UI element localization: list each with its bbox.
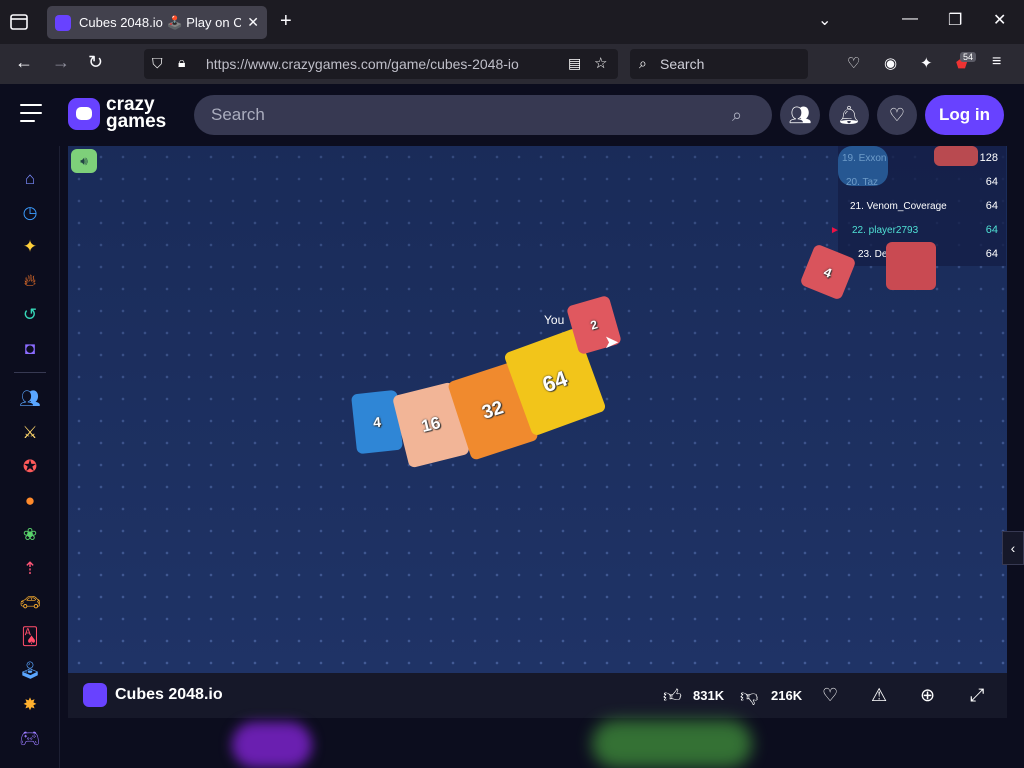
current-player-arrow-icon: ►	[830, 224, 840, 236]
browser-search-box[interactable]: ⌕ Search	[630, 49, 808, 79]
url-text[interactable]: https://www.crazygames.com/game/cubes-20…	[206, 56, 519, 72]
thumbs-up-icon[interactable]: 👍︎	[663, 685, 682, 707]
enemy-cube	[886, 242, 936, 290]
browser-search-placeholder: Search	[660, 56, 705, 72]
forward-icon[interactable]: →	[52, 52, 70, 73]
logo-line2: games	[106, 111, 167, 132]
game-footer-bar: Cubes 2048.io 👍︎ 831K 👎︎ 216K ♡ ⚠︎ ⊕ ⤢	[68, 673, 1007, 718]
tab-list-icon[interactable]	[8, 11, 30, 33]
menu-icon[interactable]: ≡	[992, 53, 1001, 71]
report-icon[interactable]: ⚠︎	[871, 685, 887, 706]
tab-title: Cubes 2048.io 🕹️ Play on CrazyGames	[79, 14, 242, 30]
dislikes-count: 216K	[771, 688, 803, 703]
card-icon[interactable]: 🂡	[19, 626, 41, 648]
extension-badge: 54	[960, 52, 977, 62]
browser-tab[interactable]: Cubes 2048.io 🕹️ Play on CrazyGames ✕	[47, 6, 267, 39]
pocket-icon[interactable]: ♡	[847, 54, 860, 72]
site-search-placeholder: Search	[211, 105, 265, 124]
collapse-panel-chevron-icon[interactable]: ‹	[1002, 531, 1024, 565]
new-tab-button[interactable]: +	[280, 10, 292, 33]
hamburger-menu-icon[interactable]	[20, 104, 42, 124]
leaderboard-score: 128	[979, 152, 998, 164]
leaderboard-name: 21. Venom_Coverage	[850, 200, 947, 212]
leaderboard-row: 21. Venom_Coverage 64	[838, 194, 1006, 218]
updated-icon[interactable]: ↺	[19, 304, 41, 326]
enemy-cube	[838, 146, 888, 186]
crazygames-logo-icon[interactable]	[68, 98, 100, 130]
back-icon[interactable]: ←	[15, 52, 33, 73]
reload-icon[interactable]: ↻	[88, 52, 103, 73]
cursor-pointer-icon: ➤	[604, 332, 620, 352]
leaderboard-score: 64	[985, 248, 998, 260]
leaderboard-row: ► 22. player2793 64	[830, 218, 1006, 242]
extensions-icon[interactable]: ✦	[920, 54, 933, 72]
sound-toggle-icon[interactable]: 🔊︎	[71, 149, 97, 173]
new-sparkle-icon[interactable]: ✦	[19, 236, 41, 258]
crazygames-logo[interactable]: crazy games	[106, 95, 167, 132]
shooting-icon[interactable]: ✸	[19, 694, 41, 716]
trending-fire-icon[interactable]: 🔥︎	[19, 270, 41, 292]
crazygames-small-logo-icon	[83, 683, 107, 707]
account-icon[interactable]: ◉	[884, 54, 897, 72]
controller-joystick-icon[interactable]: 🕹︎	[19, 660, 41, 682]
notifications-bell-icon[interactable]: 🔔︎	[829, 95, 869, 135]
recent-clock-icon[interactable]: ◷	[19, 202, 41, 224]
reader-view-icon[interactable]: ▤	[568, 55, 581, 72]
minimize-icon[interactable]: —	[902, 10, 918, 28]
game-canvas[interactable]: 🔊︎ 19. Exxon12820. Taz6421. Venom_Covera…	[68, 146, 1007, 673]
player-you-label: You	[544, 313, 565, 327]
share-icon[interactable]: ⊕	[920, 685, 935, 706]
driving-car-icon[interactable]: 🚗︎	[19, 592, 41, 614]
site-search-input[interactable]: Search ⌕	[194, 95, 772, 135]
basketball-icon[interactable]: ●	[19, 490, 41, 512]
home-icon[interactable]: ⌂	[19, 168, 41, 190]
browser-tabbar: Cubes 2048.io 🕹️ Play on CrazyGames ✕ + …	[0, 0, 1024, 44]
close-window-icon[interactable]: ✕	[993, 10, 1006, 30]
game-title: Cubes 2048.io	[115, 686, 223, 703]
site-header: crazy games Search ⌕ 👥︎ 🔔︎ ♡ Log in	[0, 84, 1024, 146]
leaderboard-score: 64	[985, 224, 998, 236]
adventure-compass-icon[interactable]: ✪	[19, 456, 41, 478]
thumbs-down-icon[interactable]: 👎︎	[740, 685, 758, 707]
action-sword-icon[interactable]: ⚔	[19, 422, 41, 444]
leaderboard-score: 64	[985, 176, 998, 188]
background-decoration	[232, 722, 312, 768]
sidebar-divider	[14, 372, 46, 373]
category-sidebar: ⌂ ◷ ✦ 🔥︎ ↺ ◘ 👥︎ ⚔ ✪ ● ❀ ⇡ 🚗︎ 🂡 🕹︎ ✸ 🎮︎	[0, 146, 60, 768]
gamepad-icon[interactable]: 🎮︎	[19, 728, 41, 750]
favorite-heart-icon[interactable]: ♡	[822, 685, 838, 706]
originals-icon[interactable]: ◘	[19, 338, 41, 360]
login-button[interactable]: Log in	[925, 95, 1004, 135]
crazygames-favicon	[55, 14, 71, 31]
tab-overflow-icon[interactable]: ⌄	[818, 10, 831, 30]
search-icon: ⌕	[639, 55, 647, 71]
casual-icon[interactable]: ❀	[19, 524, 41, 546]
bookmark-star-icon[interactable]: ☆	[594, 54, 607, 72]
multiplayer-icon[interactable]: 👥︎	[19, 388, 41, 410]
leaderboard-name: 22. player2793	[852, 224, 919, 236]
background-decoration	[592, 720, 752, 768]
favorites-heart-icon[interactable]: ♡	[877, 95, 917, 135]
shield-icon[interactable]: ⛉	[152, 55, 163, 72]
browser-navbar: ← → ↻ ⛉ 🔒︎ https://www.crazygames.com/ga…	[0, 44, 1024, 84]
friends-icon[interactable]: 👥︎	[780, 95, 820, 135]
restore-icon[interactable]: ❐	[948, 10, 962, 30]
lock-icon[interactable]: 🔒︎	[178, 54, 185, 71]
likes-count: 831K	[693, 688, 725, 703]
url-bar[interactable]: ⛉ 🔒︎ https://www.crazygames.com/game/cub…	[144, 49, 618, 79]
fullscreen-icon[interactable]: ⤢	[970, 685, 984, 706]
search-icon[interactable]: ⌕	[732, 105, 772, 126]
tab-close-icon[interactable]: ✕	[247, 14, 259, 31]
enemy-cube	[934, 146, 978, 166]
leaderboard-score: 64	[985, 200, 998, 212]
clicker-icon[interactable]: ⇡	[19, 558, 41, 580]
